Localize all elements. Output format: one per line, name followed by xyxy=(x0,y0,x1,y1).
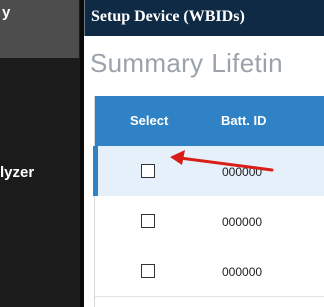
select-checkbox[interactable] xyxy=(141,264,155,278)
table-row[interactable]: 000000 xyxy=(95,246,324,297)
row-selection-indicator xyxy=(93,146,98,196)
column-header-batt-id[interactable]: Batt. ID xyxy=(221,113,267,128)
sidebar: y lyzer xyxy=(0,0,80,307)
table-row[interactable]: 000000 xyxy=(93,146,324,197)
table-row[interactable]: 000000 xyxy=(95,196,324,247)
column-header-select[interactable]: Select xyxy=(130,113,168,128)
sidebar-item-analyzer[interactable]: lyzer xyxy=(0,164,34,181)
batt-id-cell: 000000 xyxy=(222,165,263,179)
tab-lifetime[interactable]: Lifetin xyxy=(211,48,282,78)
select-checkbox[interactable] xyxy=(141,214,155,228)
main-panel: Setup Device (WBIDs) Summary Lifetin Sele… xyxy=(84,0,324,307)
batt-id-cell: 000000 xyxy=(222,215,263,229)
select-checkbox[interactable] xyxy=(141,164,155,178)
sidebar-item-active[interactable]: y xyxy=(0,0,79,58)
window-title: Setup Device (WBIDs) xyxy=(91,8,245,25)
tab-strip: Summary Lifetin xyxy=(90,48,291,79)
batt-id-cell: 000000 xyxy=(222,265,263,279)
device-table: Select Batt. ID 000000 000000 000000 xyxy=(93,96,324,307)
sidebar-item-label: y xyxy=(2,4,11,21)
tab-summary[interactable]: Summary xyxy=(90,48,203,78)
table-header: Select Batt. ID xyxy=(95,96,324,146)
title-bar: Setup Device (WBIDs) xyxy=(84,0,324,36)
